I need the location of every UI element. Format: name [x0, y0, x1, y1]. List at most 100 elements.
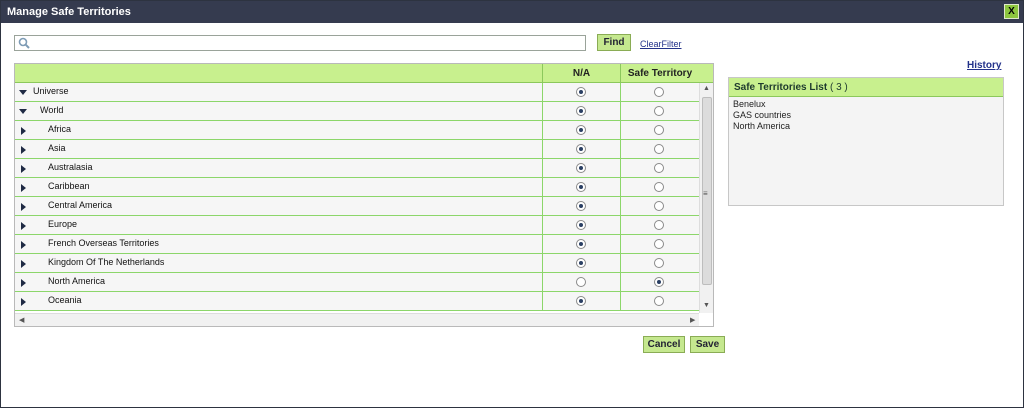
dialog-titlebar: Manage Safe Territories X — [1, 1, 1023, 23]
territory-name-cell: Central America — [15, 197, 542, 215]
list-item: GAS countries — [733, 110, 792, 120]
safe-territory-radio[interactable] — [654, 258, 664, 268]
na-radio[interactable] — [576, 87, 586, 97]
table-row[interactable]: North America — [15, 273, 699, 292]
table-row[interactable]: World — [15, 102, 699, 121]
safe-territory-radio[interactable] — [654, 106, 664, 116]
territory-label: Asia — [48, 143, 66, 153]
find-button[interactable]: Find — [597, 34, 631, 51]
triangle-right-icon[interactable] — [19, 259, 27, 271]
safe-territory-radio[interactable] — [654, 163, 664, 173]
safe-territory-cell — [620, 273, 699, 291]
safe-territory-radio[interactable] — [654, 144, 664, 154]
table-row[interactable]: Kingdom Of The Netherlands — [15, 254, 699, 273]
na-cell — [542, 254, 620, 272]
na-cell — [542, 140, 620, 158]
na-radio[interactable] — [576, 201, 586, 211]
grid-rows: Universe World Africa Asia Australasia Caribb… — [15, 83, 699, 311]
na-radio[interactable] — [576, 125, 586, 135]
clear-filter-link[interactable]: ClearFilter — [640, 39, 682, 49]
territory-name-cell: French Overseas Territories — [15, 235, 542, 253]
na-cell — [542, 178, 620, 196]
triangle-right-icon[interactable] — [19, 145, 27, 157]
territory-label: Oceania — [48, 295, 82, 305]
safe-territory-radio[interactable] — [654, 239, 664, 249]
safe-territory-cell — [620, 140, 699, 158]
safe-territory-radio[interactable] — [654, 201, 664, 211]
triangle-right-icon[interactable] — [19, 183, 27, 195]
na-radio[interactable] — [576, 239, 586, 249]
safe-territory-cell — [620, 254, 699, 272]
safe-territory-radio[interactable] — [654, 296, 664, 306]
table-row[interactable]: Asia — [15, 140, 699, 159]
safe-territory-radio[interactable] — [654, 220, 664, 230]
triangle-right-icon[interactable] — [19, 202, 27, 214]
triangle-down-icon[interactable] — [19, 107, 27, 119]
table-row[interactable]: Africa — [15, 121, 699, 140]
scroll-right-arrow-icon[interactable]: ▶ — [690, 316, 695, 324]
table-row[interactable]: French Overseas Territories — [15, 235, 699, 254]
triangle-right-icon[interactable] — [19, 221, 27, 233]
territory-name-cell: Asia — [15, 140, 542, 158]
triangle-right-icon[interactable] — [19, 297, 27, 309]
scroll-grip-icon: ≡ — [703, 189, 708, 198]
triangle-right-icon[interactable] — [19, 126, 27, 138]
safe-territory-cell — [620, 102, 699, 120]
na-radio[interactable] — [576, 163, 586, 173]
territory-name-cell: Caribbean — [15, 178, 542, 196]
manage-safe-territories-dialog: Manage Safe Territories X Find ClearFilt… — [0, 0, 1024, 408]
list-item: North America — [733, 121, 791, 131]
table-row[interactable]: Universe — [15, 83, 699, 102]
horizontal-scrollbar[interactable]: ◀ ▶ — [15, 313, 699, 326]
safe-territories-list: Benelux GAS countries North America — [729, 97, 1003, 134]
triangle-down-icon[interactable] — [19, 88, 27, 100]
safe-territory-radio[interactable] — [654, 277, 664, 287]
triangle-right-icon[interactable] — [19, 278, 27, 290]
territory-label: Kingdom Of The Netherlands — [48, 257, 165, 267]
save-button[interactable]: Save — [690, 336, 725, 353]
na-radio[interactable] — [576, 277, 586, 287]
safe-territory-radio[interactable] — [654, 125, 664, 135]
table-row[interactable]: Caribbean — [15, 178, 699, 197]
territory-label: Caribbean — [48, 181, 90, 191]
column-header-safe-territory[interactable]: Safe Territory — [620, 64, 699, 83]
triangle-right-icon[interactable] — [19, 240, 27, 252]
table-row[interactable]: Europe — [15, 216, 699, 235]
na-radio[interactable] — [576, 296, 586, 306]
na-radio[interactable] — [576, 182, 586, 192]
triangle-right-icon[interactable] — [19, 164, 27, 176]
table-row[interactable]: Oceania — [15, 292, 699, 311]
na-cell — [542, 121, 620, 139]
safe-territory-radio[interactable] — [654, 182, 664, 192]
na-radio[interactable] — [576, 258, 586, 268]
history-link[interactable]: History — [967, 60, 1001, 71]
na-cell — [542, 273, 620, 291]
table-row[interactable]: Australasia — [15, 159, 699, 178]
vertical-scrollbar[interactable]: ▲ ≡ ▼ — [699, 83, 713, 313]
dialog-title: Manage Safe Territories — [7, 6, 131, 18]
table-row[interactable]: Central America — [15, 197, 699, 216]
na-radio[interactable] — [576, 220, 586, 230]
safe-territory-cell — [620, 121, 699, 139]
territory-name-cell: Oceania — [15, 292, 542, 310]
na-radio[interactable] — [576, 106, 586, 116]
safe-territories-list-header: Safe Territories List ( 3 ) — [729, 78, 1003, 97]
column-header-na[interactable]: N/A — [542, 64, 620, 83]
scroll-up-arrow-icon[interactable]: ▲ — [703, 85, 710, 92]
safe-territory-radio[interactable] — [654, 87, 664, 97]
search-input[interactable] — [33, 36, 583, 50]
safe-territory-cell — [620, 235, 699, 253]
safe-territories-list-panel: Safe Territories List ( 3 ) Benelux GAS c… — [728, 77, 1004, 206]
na-cell — [542, 197, 620, 215]
list-item: Benelux — [733, 99, 766, 109]
search-box[interactable] — [14, 35, 586, 51]
na-radio[interactable] — [576, 144, 586, 154]
scroll-down-arrow-icon[interactable]: ▼ — [703, 302, 710, 309]
territory-label: Australasia — [48, 162, 93, 172]
territory-name-cell: Australasia — [15, 159, 542, 177]
close-button[interactable]: X — [1004, 4, 1019, 19]
safe-territory-cell — [620, 216, 699, 234]
scroll-left-arrow-icon[interactable]: ◀ — [19, 316, 24, 324]
cancel-button[interactable]: Cancel — [643, 336, 685, 353]
territory-label: North America — [48, 276, 106, 286]
